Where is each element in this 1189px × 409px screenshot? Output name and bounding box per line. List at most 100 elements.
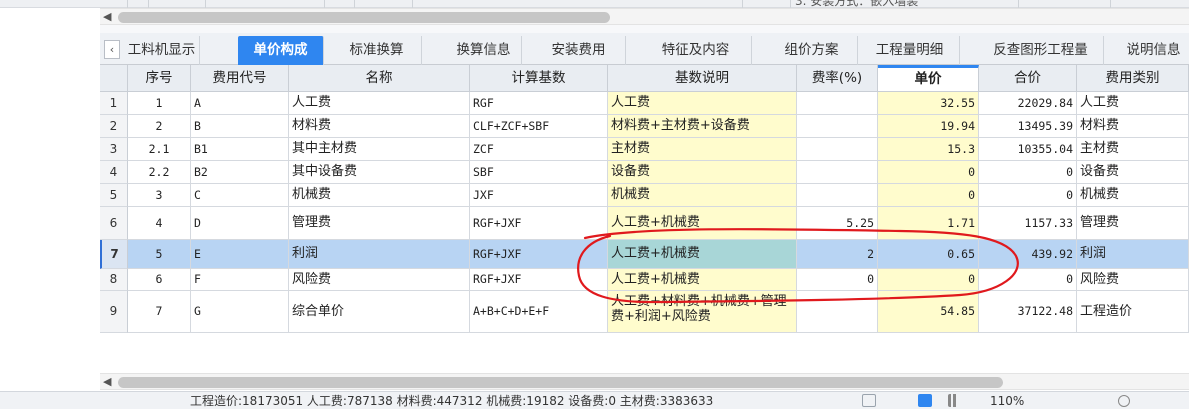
scroll-left-icon[interactable]: ◀ (103, 375, 111, 388)
cell-category[interactable]: 人工费 (1077, 92, 1189, 115)
cell-code[interactable]: G (191, 291, 289, 333)
cell-name[interactable]: 其中主材费 (289, 138, 470, 161)
cell-category[interactable]: 管理费 (1077, 207, 1189, 240)
cell-category[interactable]: 机械费 (1077, 184, 1189, 207)
tab-material-display[interactable]: 工料机显示 (124, 36, 200, 65)
panel-gap (100, 25, 1189, 33)
cell-code[interactable]: D (191, 207, 289, 240)
row-number: 6 (100, 207, 128, 240)
cell-code[interactable]: E (191, 240, 289, 269)
cell-code[interactable]: C (191, 184, 289, 207)
row-number: 3 (100, 138, 128, 161)
header-category[interactable]: 费用类别 (1077, 65, 1189, 92)
layout-icon[interactable] (918, 394, 932, 407)
scrollbar-thumb[interactable] (118, 12, 610, 23)
horizontal-scrollbar[interactable]: ◀ (100, 373, 1189, 390)
header-unit-price[interactable]: 单价 (878, 65, 979, 92)
cell-base[interactable]: RGF+JXF (470, 269, 608, 291)
table-row[interactable]: 8 6 F 风险费 RGF+JXF 人工费+机械费 0 0 0 风险费 (100, 269, 1189, 291)
cell-name[interactable]: 材料费 (289, 115, 470, 138)
header-seq[interactable]: 序号 (128, 65, 191, 92)
header-total[interactable]: 合价 (979, 65, 1077, 92)
tab-install-cost[interactable]: 安装费用 (532, 36, 626, 65)
cell-base[interactable]: ZCF (470, 138, 608, 161)
cell-name[interactable]: 管理费 (289, 207, 470, 240)
cell-name[interactable]: 人工费 (289, 92, 470, 115)
table-row[interactable]: 5 3 C 机械费 JXF 机械费 0 0 机械费 (100, 184, 1189, 207)
row-number: 2 (100, 115, 128, 138)
tab-conversion-info[interactable]: 换算信息 (446, 36, 522, 65)
cell-rate[interactable]: 2 (797, 240, 878, 269)
table-row-selected[interactable]: 7 5 E 利润 RGF+JXF 人工费+机械费 2 0.65 439.92 利… (100, 240, 1189, 269)
cell-code[interactable]: B2 (191, 161, 289, 184)
cell-rate[interactable] (797, 161, 878, 184)
zoom-slider-knob-icon[interactable] (1118, 395, 1130, 407)
tab-scroll-left-icon[interactable]: ‹ (104, 40, 120, 59)
cell-rate[interactable]: 5.25 (797, 207, 878, 240)
table-row[interactable]: 3 2.1 B1 其中主材费 ZCF 主材费 15.3 10355.04 主材费 (100, 138, 1189, 161)
header-name[interactable]: 名称 (289, 65, 470, 92)
scroll-left-icon[interactable]: ◀ (103, 10, 111, 23)
cell-name[interactable]: 其中设备费 (289, 161, 470, 184)
header-rate[interactable]: 费率(%) (797, 65, 878, 92)
cell-name[interactable]: 利润 (289, 240, 470, 269)
cell-seq[interactable]: 7 (128, 291, 191, 333)
cell-base[interactable]: RGF+JXF (470, 240, 608, 269)
table-row[interactable]: 9 7 G 综合单价 A+B+C+D+E+F 人工费+材料费+机械费+管理费+利… (100, 291, 1189, 333)
scrollbar-thumb[interactable] (118, 377, 1003, 388)
cell-seq[interactable]: 3 (128, 184, 191, 207)
cell-seq[interactable]: 6 (128, 269, 191, 291)
cell-name[interactable]: 风险费 (289, 269, 470, 291)
table-row[interactable]: 2 2 B 材料费 CLF+ZCF+SBF 材料费+主材费+设备费 19.94 … (100, 115, 1189, 138)
header-base-desc[interactable]: 基数说明 (608, 65, 797, 92)
tab-standard-conversion[interactable]: 标准换算 (332, 36, 422, 65)
cell-total: 22029.84 (979, 92, 1077, 115)
cell-seq[interactable]: 2 (128, 115, 191, 138)
tab-reverse-lookup[interactable]: 反查图形工程量 (978, 36, 1104, 65)
tab-description[interactable]: 说明信息 (1118, 36, 1189, 65)
cell-unit-price: 19.94 (878, 115, 979, 138)
grid-icon[interactable] (948, 394, 962, 407)
cell-rate[interactable] (797, 92, 878, 115)
detail-tab-bar: ‹ 工料机显示 单价构成 标准换算 换算信息 安装费用 特征及内容 组价方案 工… (100, 33, 1189, 65)
cell-seq[interactable]: 4 (128, 207, 191, 240)
window-icon[interactable] (862, 394, 876, 407)
cell-base[interactable]: A+B+C+D+E+F (470, 291, 608, 333)
cell-category[interactable]: 设备费 (1077, 161, 1189, 184)
cell-rate[interactable] (797, 184, 878, 207)
cell-category[interactable]: 利润 (1077, 240, 1189, 269)
cell-code[interactable]: B (191, 115, 289, 138)
cell-base[interactable]: RGF (470, 92, 608, 115)
table-row[interactable]: 6 4 D 管理费 RGF+JXF 人工费+机械费 5.25 1.71 1157… (100, 207, 1189, 240)
cell-base[interactable]: SBF (470, 161, 608, 184)
cell-seq[interactable]: 5 (128, 240, 191, 269)
cell-rate[interactable] (797, 291, 878, 333)
tab-features[interactable]: 特征及内容 (640, 36, 752, 65)
cell-name[interactable]: 综合单价 (289, 291, 470, 333)
cell-category[interactable]: 材料费 (1077, 115, 1189, 138)
cell-base[interactable]: JXF (470, 184, 608, 207)
cell-seq[interactable]: 2.2 (128, 161, 191, 184)
tab-pricing-scheme[interactable]: 组价方案 (766, 36, 858, 65)
cell-base[interactable]: CLF+ZCF+SBF (470, 115, 608, 138)
cell-seq[interactable]: 1 (128, 92, 191, 115)
tab-quantity-detail[interactable]: 工程量明细 (860, 36, 960, 65)
table-row[interactable]: 1 1 A 人工费 RGF 人工费 32.55 22029.84 人工费 (100, 92, 1189, 115)
header-base[interactable]: 计算基数 (470, 65, 608, 92)
table-row[interactable]: 4 2.2 B2 其中设备费 SBF 设备费 0 0 设备费 (100, 161, 1189, 184)
cell-name[interactable]: 机械费 (289, 184, 470, 207)
tab-unit-price-composition[interactable]: 单价构成 (238, 36, 324, 65)
cell-code[interactable]: F (191, 269, 289, 291)
cell-category[interactable]: 风险费 (1077, 269, 1189, 291)
cell-code[interactable]: A (191, 92, 289, 115)
cell-rate[interactable] (797, 138, 878, 161)
cell-code[interactable]: B1 (191, 138, 289, 161)
cell-seq[interactable]: 2.1 (128, 138, 191, 161)
cell-category[interactable]: 主材费 (1077, 138, 1189, 161)
horizontal-scrollbar[interactable]: ◀ (100, 8, 1189, 25)
cell-base[interactable]: RGF+JXF (470, 207, 608, 240)
cell-rate[interactable] (797, 115, 878, 138)
cell-rate[interactable]: 0 (797, 269, 878, 291)
header-code[interactable]: 费用代号 (191, 65, 289, 92)
cell-category[interactable]: 工程造价 (1077, 291, 1189, 333)
